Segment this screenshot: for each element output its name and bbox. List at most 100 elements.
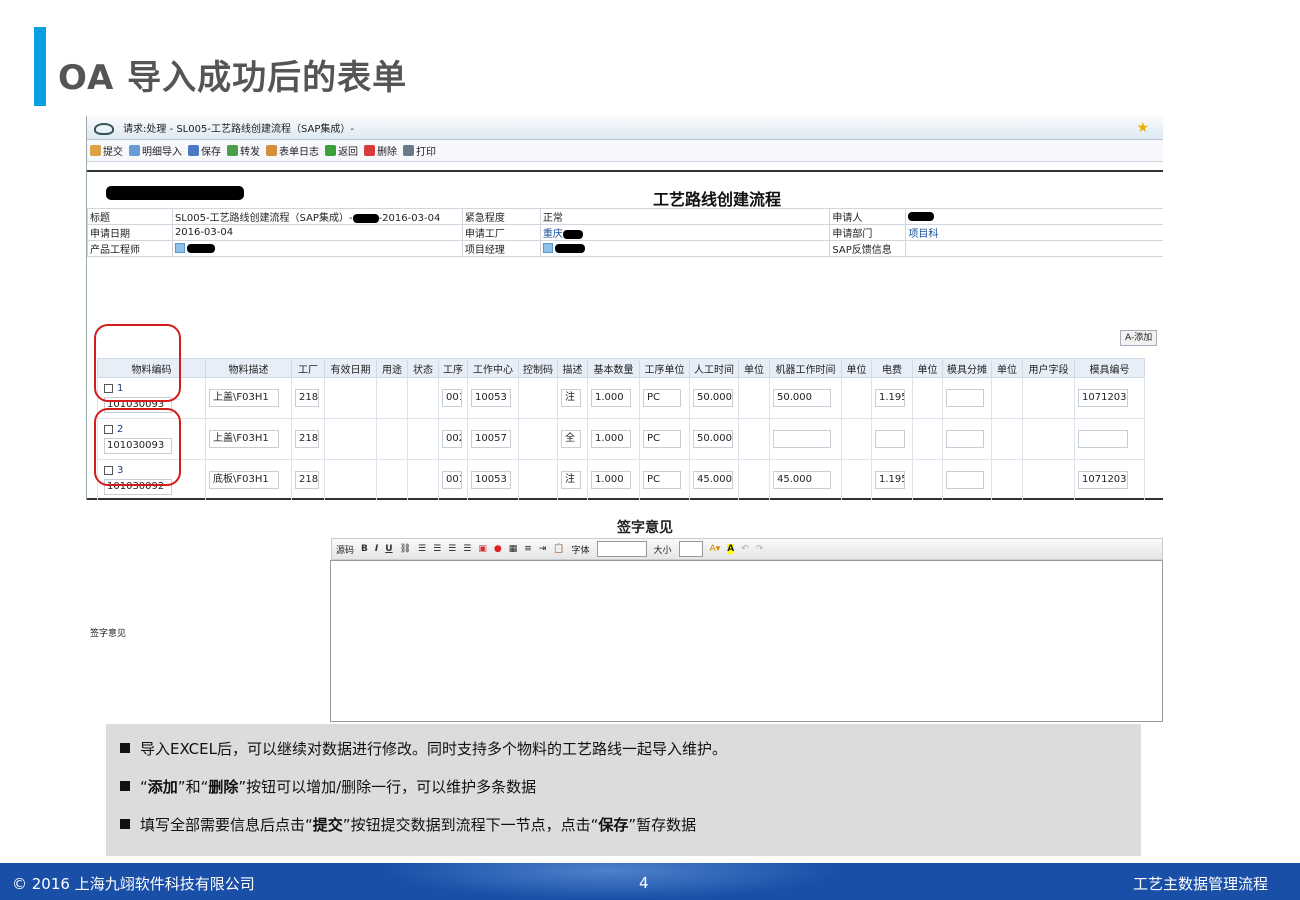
signature-title: 签字意见 <box>617 520 673 536</box>
factory-value[interactable]: 重庆 <box>539 224 831 241</box>
align-right-icon[interactable]: ☰ <box>448 544 456 554</box>
labor-time-input[interactable]: 45.000 <box>693 471 733 489</box>
op-desc-input[interactable]: 注 <box>561 471 581 489</box>
mold-share-input[interactable] <box>946 389 984 407</box>
engineer-value[interactable] <box>171 240 463 257</box>
underline-button[interactable]: U <box>385 544 392 554</box>
labor-time-input[interactable]: 50.000 <box>693 389 733 407</box>
size-select[interactable] <box>678 541 703 557</box>
work-center-input[interactable]: 10057 <box>471 430 511 448</box>
work-center-input[interactable]: 10053 <box>471 389 511 407</box>
machine-time-input[interactable]: 50.000 <box>773 389 831 407</box>
justify-icon[interactable]: ☰ <box>463 544 471 554</box>
redo-icon[interactable]: ↷ <box>756 544 764 554</box>
title-value[interactable]: SL005-工艺路线创建流程（SAP集成）- -2016-03-04 <box>171 208 463 225</box>
toolbar-submit-button[interactable]: 提交 <box>90 143 123 158</box>
italic-button[interactable]: I <box>375 544 378 554</box>
column-header: 单位 <box>841 358 872 378</box>
op-unit-input[interactable]: PC <box>643 430 681 448</box>
align-left-icon[interactable]: ☰ <box>418 544 426 554</box>
bullet-square-icon <box>120 781 130 791</box>
power-cost-input[interactable]: 1.195 <box>875 389 905 407</box>
indent-icon[interactable]: ⇥ <box>539 544 547 554</box>
source-button[interactable]: 源码 <box>336 543 354 556</box>
labor-time-input[interactable]: 50.000 <box>693 430 733 448</box>
grid-cell <box>991 418 1023 460</box>
dept-value[interactable]: 项目科 <box>905 224 1163 241</box>
urgency-value[interactable]: 正常 <box>539 208 831 225</box>
toolbar-log-button[interactable]: 表单日志 <box>266 143 319 158</box>
base-qty-input[interactable]: 1.000 <box>591 430 631 448</box>
toolbar-save-button[interactable]: 保存 <box>188 143 221 158</box>
mold-number-input[interactable]: 1071203 <box>1078 471 1128 489</box>
link-icon[interactable]: ⛓ <box>400 544 411 554</box>
grid-cell: 10053 <box>467 377 519 419</box>
operation-input[interactable]: 001 <box>442 471 462 489</box>
font-select[interactable] <box>596 541 647 557</box>
grid-cell: 1071203 <box>1074 377 1145 419</box>
op-unit-input[interactable]: PC <box>643 389 681 407</box>
redacted-name <box>352 213 379 223</box>
align-center-icon[interactable]: ☰ <box>433 544 441 554</box>
bg-color-icon[interactable]: A <box>727 544 735 554</box>
favorite-star-icon[interactable]: ★ <box>1136 120 1149 136</box>
power-cost-input[interactable] <box>875 430 905 448</box>
grid-cell <box>376 459 408 500</box>
toolbar-forward-button[interactable]: 转发 <box>227 143 260 158</box>
redacted-pm <box>554 243 585 253</box>
toolbar-button-label: 表单日志 <box>279 147 319 158</box>
list-icon[interactable]: ≡ <box>524 544 532 554</box>
material-desc-input[interactable]: 上盖\F03H1 <box>209 389 279 407</box>
mold-share-input[interactable] <box>946 430 984 448</box>
toolbar-print-button[interactable]: 打印 <box>403 143 436 158</box>
column-header: 基本数量 <box>587 358 640 378</box>
detail-grid: 物料编码 物料描述 工厂 有效日期 用途 状态 工序 工作中心 控制码 描述 基本数量 工序单位 人工时… <box>97 358 1145 500</box>
mold-number-input[interactable]: 1071203 <box>1078 389 1128 407</box>
footer-swoosh <box>380 863 840 900</box>
column-header: 单位 <box>991 358 1023 378</box>
pm-label: 项目经理 <box>461 240 541 257</box>
material-desc-input[interactable]: 上盖\F03H1 <box>209 430 279 448</box>
date-label: 申请日期 <box>87 224 173 241</box>
bullet-square-icon <box>120 819 130 829</box>
base-qty-input[interactable]: 1.000 <box>591 389 631 407</box>
mold-share-input[interactable] <box>946 471 984 489</box>
signature-editor-area[interactable] <box>330 560 1163 722</box>
toolbar-import-button[interactable]: 明细导入 <box>129 143 182 158</box>
undo-icon[interactable]: ↶ <box>741 544 749 554</box>
highlight-ring-rows-3-4 <box>94 408 181 486</box>
machine-time-input[interactable]: 45.000 <box>773 471 831 489</box>
form-toolbar: 提交 明细导入 保存 转发 表单日志 返回 删除 打印 <box>87 140 1163 162</box>
bullet-square-icon <box>120 743 130 753</box>
operation-input[interactable]: 002 <box>442 430 462 448</box>
toolbar-delete-button[interactable]: 删除 <box>364 143 397 158</box>
plant-input[interactable]: 218 <box>295 389 319 407</box>
add-row-button[interactable]: A-添加 <box>1120 330 1158 346</box>
operation-input[interactable]: 001 <box>442 389 462 407</box>
forward-icon <box>227 145 238 156</box>
image-icon[interactable]: ▣ <box>478 544 487 554</box>
table-icon[interactable]: ▦ <box>509 544 518 554</box>
grid-cell: 1.195 <box>871 459 913 500</box>
plant-input[interactable]: 218 <box>295 471 319 489</box>
search-browse-icon[interactable] <box>542 243 553 253</box>
op-desc-input[interactable]: 注 <box>561 389 581 407</box>
op-unit-input[interactable]: PC <box>643 471 681 489</box>
power-cost-input[interactable]: 1.195 <box>875 471 905 489</box>
op-desc-input[interactable]: 全 <box>561 430 581 448</box>
text-color-icon[interactable]: A▾ <box>710 544 721 554</box>
dept-label: 申请部门 <box>829 224 907 241</box>
toolbar-back-button[interactable]: 返回 <box>325 143 358 158</box>
base-qty-input[interactable]: 1.000 <box>591 471 631 489</box>
pm-value[interactable] <box>539 240 831 257</box>
bold-button[interactable]: B <box>361 544 368 554</box>
mold-number-input[interactable] <box>1078 430 1128 448</box>
paste-icon[interactable]: 📋 <box>553 544 564 554</box>
material-desc-input[interactable]: 底板\F03H1 <box>209 471 279 489</box>
flash-icon[interactable]: ● <box>494 544 502 554</box>
grid-cell: PC <box>639 459 690 500</box>
machine-time-input[interactable] <box>773 430 831 448</box>
search-browse-icon[interactable] <box>174 243 185 253</box>
work-center-input[interactable]: 10053 <box>471 471 511 489</box>
plant-input[interactable]: 218 <box>295 430 319 448</box>
